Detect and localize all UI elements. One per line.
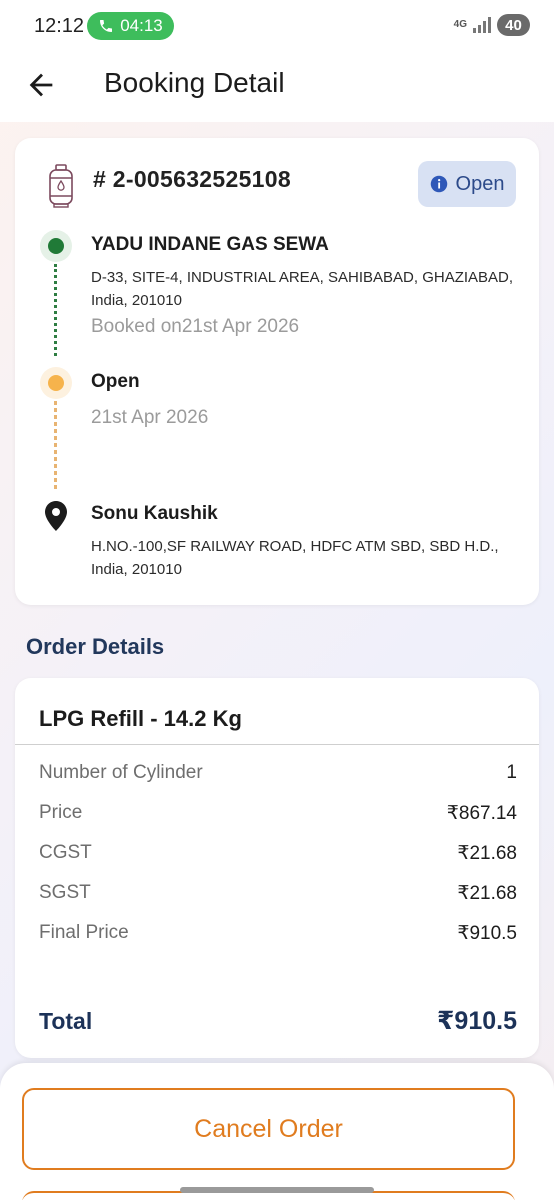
order-row: CGST ₹21.68 bbox=[39, 842, 517, 865]
status-label: Open bbox=[455, 172, 505, 195]
status-icons: 4G 40 bbox=[454, 14, 530, 36]
battery-icon: 40 bbox=[497, 14, 530, 36]
timeline-connector bbox=[54, 264, 57, 356]
bottom-action-sheet: Cancel Order bbox=[0, 1063, 554, 1200]
customer-name: Sonu Kaushik bbox=[91, 503, 218, 524]
timeline-dot-open bbox=[40, 367, 72, 399]
battery-level: 40 bbox=[505, 16, 522, 34]
phone-icon bbox=[100, 20, 113, 32]
distributor-address: D-33, SITE-4, INDUSTRIAL AREA, SAHIBABAD… bbox=[91, 269, 514, 309]
total-value: ₹910.5 bbox=[437, 1007, 517, 1035]
row-label: CGST bbox=[39, 842, 92, 863]
status-title: Open bbox=[91, 371, 140, 392]
total-label: Total bbox=[39, 1007, 93, 1034]
row-label: SGST bbox=[39, 882, 91, 903]
row-label: Final Price bbox=[39, 922, 129, 943]
product-name: LPG Refill - 14.2 Kg bbox=[39, 706, 242, 731]
booked-on-date: Booked on21st Apr 2026 bbox=[91, 316, 300, 337]
row-label: Number of Cylinder bbox=[39, 762, 203, 783]
customer-address: H.NO.-100,SF RAILWAY ROAD, HDFC ATM SBD,… bbox=[91, 538, 499, 578]
cancel-order-button[interactable]: Cancel Order bbox=[22, 1088, 515, 1170]
row-value: 1 bbox=[506, 762, 517, 783]
page-title: Booking Detail bbox=[104, 67, 285, 98]
row-value: ₹867.14 bbox=[446, 803, 517, 824]
order-row: Final Price ₹910.5 bbox=[39, 922, 517, 945]
row-value: ₹21.68 bbox=[457, 883, 517, 904]
gas-cylinder-icon bbox=[49, 164, 73, 208]
row-label: Price bbox=[39, 802, 83, 823]
row-value: ₹910.5 bbox=[457, 923, 517, 944]
booking-id: # 2-005632525108 bbox=[93, 166, 291, 192]
order-details-title: Order Details bbox=[26, 634, 165, 659]
timeline-connector bbox=[54, 401, 57, 491]
status-time: 12:12 bbox=[34, 15, 85, 37]
arrow-left-icon bbox=[29, 73, 53, 97]
app-bar: Booking Detail bbox=[0, 52, 554, 122]
status-date: 21st Apr 2026 bbox=[91, 407, 209, 428]
network-type: 4G bbox=[453, 19, 467, 30]
order-card: LPG Refill - 14.2 Kg Number of Cylinder … bbox=[15, 678, 539, 1058]
status-badge[interactable]: Open bbox=[418, 161, 516, 207]
ongoing-call-pill[interactable]: 04:13 bbox=[87, 12, 174, 40]
back-button[interactable] bbox=[24, 68, 58, 102]
order-row: SGST ₹21.68 bbox=[39, 882, 517, 905]
divider bbox=[15, 744, 539, 745]
distributor-name: YADU INDANE GAS SEWA bbox=[91, 234, 329, 255]
booking-card: # 2-005632525108 Open YADU INDANE GAS SE… bbox=[15, 138, 539, 605]
timeline-dot-booked bbox=[40, 230, 72, 262]
row-value: ₹21.68 bbox=[457, 843, 517, 864]
signal-icon bbox=[473, 17, 491, 33]
status-bar: 12:12 04:13 4G 40 bbox=[0, 0, 554, 52]
home-indicator[interactable] bbox=[180, 1187, 374, 1193]
total-row: Total ₹910.5 bbox=[39, 1006, 517, 1036]
location-pin-icon bbox=[45, 501, 67, 531]
call-timer: 04:13 bbox=[120, 16, 163, 35]
order-row: Price ₹867.14 bbox=[39, 802, 517, 825]
info-icon bbox=[430, 175, 447, 193]
order-row: Number of Cylinder 1 bbox=[39, 762, 517, 784]
